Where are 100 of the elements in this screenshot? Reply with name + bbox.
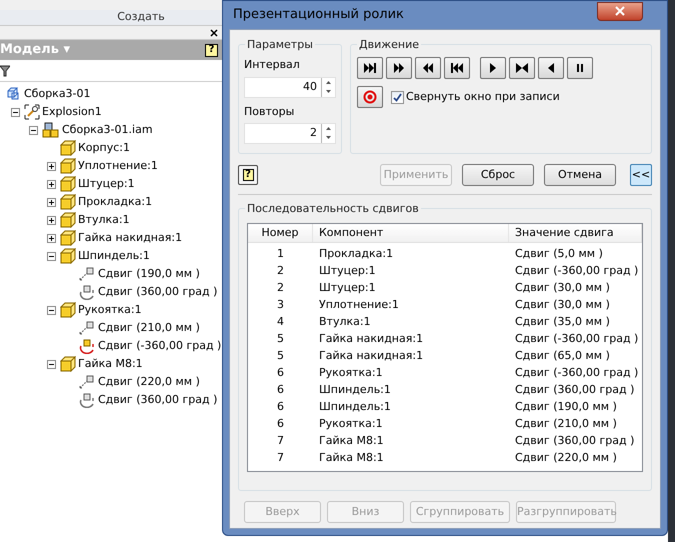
expand-toggle[interactable] bbox=[46, 234, 56, 242]
list-row[interactable]: 2 Штуцер:1 Сдвиг (30,0 мм ) bbox=[248, 280, 642, 297]
collapse-toggle[interactable] bbox=[46, 360, 56, 368]
plus-icon bbox=[48, 216, 54, 224]
list-row[interactable]: 3 Уплотнение:1 Сдвиг (30,0 мм ) bbox=[248, 297, 642, 314]
checkbox-label[interactable]: Свернуть окно при записи bbox=[406, 88, 560, 106]
expand-toggle[interactable] bbox=[46, 216, 56, 224]
list-row[interactable]: 1 Прокладка:1 Сдвиг (5,0 мм ) bbox=[248, 246, 642, 263]
table-cell-text: Рукоятка:1 bbox=[318, 365, 384, 382]
tree-item-label[interactable]: Сборка3-01.iam bbox=[62, 122, 153, 138]
table-cell-text: 6 bbox=[276, 365, 285, 382]
collapse-button[interactable]: << bbox=[630, 164, 652, 186]
list-row[interactable]: 6 Рукоятка:1 Сдвиг (210,0 мм ) bbox=[248, 416, 642, 433]
tree-item-label[interactable]: Втулка:1 bbox=[78, 212, 130, 228]
translate-tweak-icon bbox=[78, 320, 96, 336]
record-button[interactable] bbox=[357, 86, 383, 108]
table-cell-text: Штуцер:1 bbox=[318, 280, 377, 296]
table-cell-text: Сдвиг (190,0 мм ) bbox=[514, 399, 618, 416]
list-row[interactable]: 6 Шпиндель:1 Сдвиг (190,0 мм ) bbox=[248, 399, 642, 416]
tree-item-label[interactable]: Штуцер:1 bbox=[78, 176, 135, 192]
tree-item-label[interactable]: Сдвиг (210,0 мм ) bbox=[98, 320, 200, 336]
tree-item-label[interactable]: Сдвиг (360,00 град ) bbox=[98, 392, 218, 408]
part-cube-icon bbox=[60, 194, 76, 210]
table-cell-text: 6 bbox=[276, 399, 285, 416]
plus-icon bbox=[48, 180, 54, 188]
table-cell-text: Сдвиг (65,0 мм ) bbox=[514, 348, 611, 364]
dialog-button[interactable]: Сброс bbox=[462, 164, 534, 186]
tree-item-label[interactable]: Explosion1 bbox=[42, 104, 102, 120]
field-label: Повторы bbox=[244, 104, 296, 120]
table-cell-text: Сдвиг (220,0 мм ) bbox=[514, 450, 618, 466]
list-row[interactable]: 7 Гайка M8:1 Сдвиг (220,0 мм ) bbox=[248, 450, 642, 467]
table-cell-text: Прокладка:1 bbox=[318, 246, 394, 262]
list-row[interactable]: 4 Втулка:1 Сдвиг (35,0 мм ) bbox=[248, 314, 642, 331]
tree-item-label[interactable]: Гайка M8:1 bbox=[78, 356, 143, 372]
part-cube-icon bbox=[60, 248, 76, 264]
collapse-toggle[interactable] bbox=[46, 252, 56, 260]
expand-toggle[interactable] bbox=[46, 180, 56, 188]
column-header[interactable]: Компонент bbox=[313, 224, 509, 242]
group-title: Параметры bbox=[245, 37, 315, 54]
filter-icon[interactable] bbox=[0, 64, 10, 76]
assembly-icon bbox=[42, 122, 60, 138]
table-cell-text: 7 bbox=[276, 450, 285, 466]
plus-icon bbox=[48, 162, 54, 170]
list-row[interactable]: 6 Рукоятка:1 Сдвиг (-360,00 град ) bbox=[248, 365, 642, 382]
list-row[interactable]: 7 Гайка M8:1 Сдвиг (360,00 град ) bbox=[248, 433, 642, 450]
table-cell-text: Сдвиг (-360,00 град ) bbox=[514, 263, 640, 280]
tree-item-label[interactable]: Сдвиг (-360,00 град ) bbox=[98, 338, 222, 354]
table-cell-text: Штуцер:1 bbox=[318, 263, 377, 280]
table-cell-text: Сдвиг (-360,00 град ) bbox=[514, 365, 640, 382]
tree-item-label[interactable]: Шпиндель:1 bbox=[78, 248, 150, 264]
tree-item-label[interactable]: Корпус:1 bbox=[78, 140, 130, 156]
rotate-tweak-icon bbox=[78, 392, 96, 408]
motion-fast-forward-button[interactable] bbox=[386, 57, 412, 79]
motion-end-forward-button[interactable] bbox=[357, 57, 383, 79]
explosion-icon bbox=[24, 104, 40, 120]
rotate-tweak-icon bbox=[78, 284, 96, 300]
table-cell-text: 6 bbox=[276, 416, 285, 432]
motion-pause-button[interactable] bbox=[567, 57, 593, 79]
list-row[interactable]: 5 Гайка накидная:1 Сдвиг (-360,00 град ) bbox=[248, 331, 642, 348]
motion-middle-button[interactable] bbox=[509, 57, 535, 79]
close-icon[interactable] bbox=[210, 28, 218, 36]
tree-item-label[interactable]: Рукоятка:1 bbox=[78, 302, 142, 318]
tree-item-label[interactable]: Сборка3-01 bbox=[24, 86, 91, 102]
fast-forward-icon bbox=[391, 60, 407, 76]
table-cell-text: Сдвиг (210,0 мм ) bbox=[514, 416, 618, 432]
field-label: Интервал bbox=[244, 57, 301, 73]
number-spinner-field[interactable]: 40 bbox=[244, 76, 336, 98]
expand-toggle[interactable] bbox=[46, 198, 56, 206]
record-icon bbox=[363, 90, 377, 104]
part-cube-icon bbox=[60, 176, 76, 192]
collapse-toggle[interactable] bbox=[10, 108, 20, 116]
dialog-button[interactable]: Отмена bbox=[544, 164, 616, 186]
table-cell-text: 2 bbox=[276, 263, 285, 280]
tree-item-label[interactable]: Уплотнение:1 bbox=[78, 158, 158, 174]
close-button[interactable] bbox=[597, 2, 643, 20]
motion-fast-backward-button[interactable] bbox=[415, 57, 441, 79]
column-header[interactable]: Значение сдвига bbox=[509, 224, 642, 242]
tree-item-label[interactable]: Сдвиг (190,0 мм ) bbox=[98, 266, 200, 282]
plus-icon bbox=[48, 198, 54, 206]
table-cell-text: Шпиндель:1 bbox=[318, 399, 392, 416]
tree-item-label[interactable]: Сдвиг (360,00 град ) bbox=[98, 284, 218, 300]
table-cell-text: Сдвиг (360,00 град ) bbox=[514, 382, 636, 398]
part-cube-icon bbox=[60, 212, 76, 228]
list-row[interactable]: 5 Гайка накидная:1 Сдвиг (65,0 мм ) bbox=[248, 348, 642, 365]
collapse-toggle[interactable] bbox=[46, 306, 56, 314]
tree-item-label[interactable]: Гайка накидная:1 bbox=[78, 230, 182, 246]
checkbox[interactable] bbox=[391, 90, 404, 104]
translate-tweak-icon bbox=[78, 374, 96, 390]
expand-toggle[interactable] bbox=[46, 162, 56, 170]
motion-play-back-button[interactable] bbox=[538, 57, 564, 79]
motion-end-backward-button[interactable] bbox=[444, 57, 470, 79]
motion-play-button[interactable] bbox=[480, 57, 506, 79]
list-row[interactable]: 6 Шпиндель:1 Сдвиг (360,00 град ) bbox=[248, 382, 642, 399]
tree-item-label[interactable]: Сдвиг (220,0 мм ) bbox=[98, 374, 200, 390]
number-spinner-field[interactable]: 2 bbox=[244, 123, 336, 144]
column-header[interactable]: Номер bbox=[248, 224, 313, 242]
tree-item-label[interactable]: Прокладка:1 bbox=[78, 194, 152, 210]
table-cell-text: Рукоятка:1 bbox=[318, 416, 384, 432]
collapse-toggle[interactable] bbox=[28, 126, 38, 134]
list-row[interactable]: 2 Штуцер:1 Сдвиг (-360,00 град ) bbox=[248, 263, 642, 280]
